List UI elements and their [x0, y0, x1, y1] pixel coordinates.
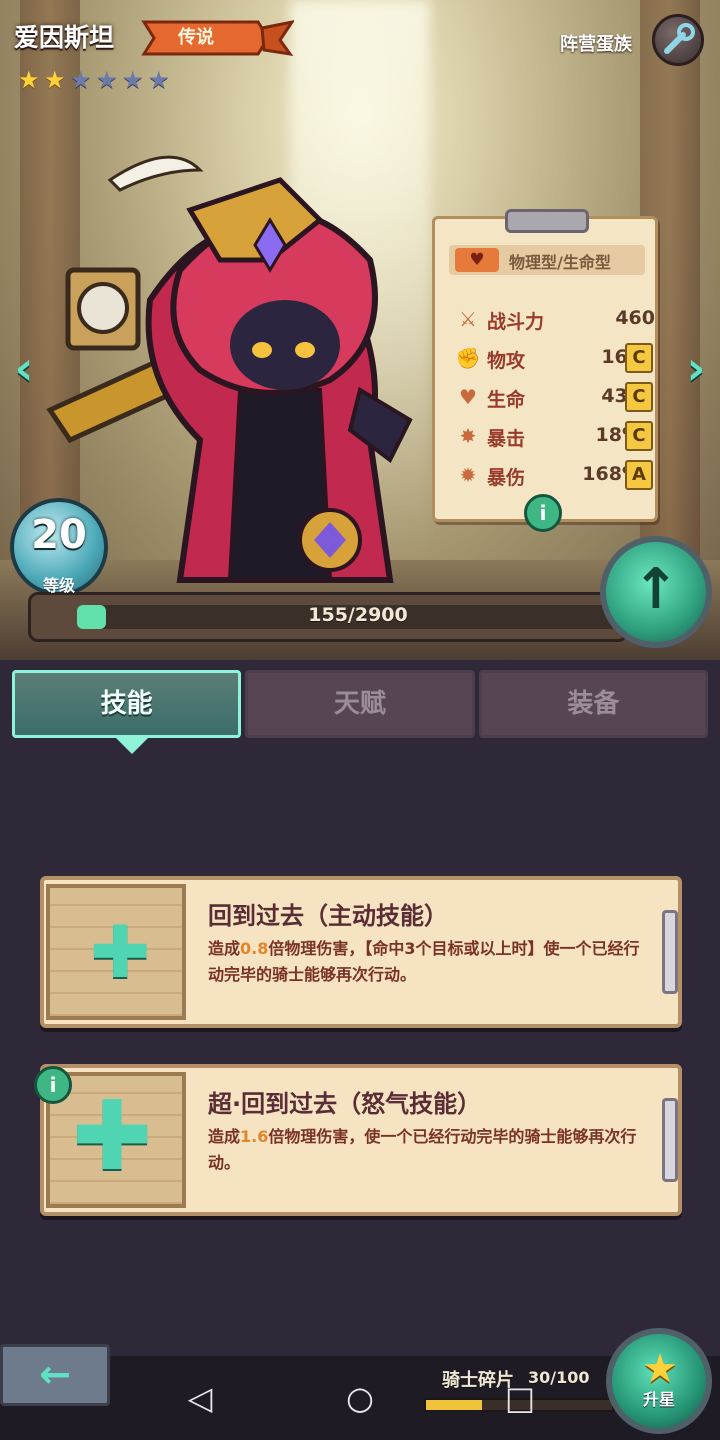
power-icon: ⚔ — [459, 307, 477, 331]
star-up-label: 升星 — [642, 1390, 675, 1409]
stat-grade-badge: C — [625, 382, 653, 412]
star-icon: ★ — [70, 66, 92, 94]
skill-name: 超·回到过去（怒气技能） — [208, 1090, 482, 1118]
up-arrow-icon: ↑ — [632, 557, 680, 622]
fist-icon: ✊ — [455, 346, 481, 370]
plus-cross-icon: ✚ — [90, 910, 151, 994]
nav-home-icon[interactable]: ○ — [340, 1378, 380, 1418]
crit-icon: ✸ — [459, 424, 477, 448]
card-handle — [662, 910, 678, 994]
star-icon: ★ — [148, 66, 170, 94]
stat-row: ✸ 暴击 18% C — [449, 420, 659, 452]
crit-damage-icon: ✹ — [459, 463, 477, 487]
hero-type-label: 物理型/生命型 — [509, 253, 611, 272]
stat-value: 460 — [615, 307, 655, 329]
next-hero-arrow-icon[interactable]: › — [676, 340, 716, 400]
nav-recents-icon[interactable]: □ — [500, 1378, 540, 1418]
tab-skills[interactable]: 技能 — [12, 670, 242, 738]
back-button[interactable]: ← — [0, 1344, 110, 1406]
hero-type-row: ♥ 物理型/生命型 — [449, 245, 645, 275]
hero-name: 爱因斯坦 — [14, 23, 115, 52]
rarity-label: 传说 — [178, 27, 214, 48]
stat-label: 暴击 — [487, 428, 526, 450]
skill-card-ultimate[interactable]: ✚ 超·回到过去（怒气技能） 造成1.6倍物理伤害，使一个已经行动完毕的骑士能够… — [40, 1064, 682, 1216]
stat-row: ✊ 物攻 161 C — [449, 342, 659, 374]
skill-description: 造成0.8倍物理伤害，【命中3个目标或以上时】使一个已经行动完毕的骑士能够再次行… — [208, 939, 640, 984]
star-rating: ★ ★ ★ ★ ★ ★ — [18, 68, 172, 92]
skill-info-button[interactable]: i — [34, 1066, 72, 1104]
card-handle — [662, 1098, 678, 1182]
heart-plus-icon: ♥ — [455, 248, 499, 272]
stat-row: ⚔ 战斗力 460 — [449, 303, 659, 335]
heart-icon: ♥ — [459, 385, 477, 409]
skill-name: 回到过去（主动技能） — [208, 902, 448, 930]
stat-row: ✹ 暴伤 168% A — [449, 459, 659, 491]
stats-info-button[interactable]: i — [524, 494, 562, 532]
wrench-icon — [664, 23, 695, 54]
skill-card-active[interactable]: ✚ 回到过去（主动技能） 造成0.8倍物理伤害，【命中3个目标或以上时】使一个已… — [40, 876, 682, 1028]
tab-talents[interactable]: 天赋 — [245, 670, 475, 738]
skill-description: 造成1.6倍物理伤害，使一个已经行动完毕的骑士能够再次行动。 — [208, 1127, 637, 1172]
star-icon: ★ — [122, 66, 144, 94]
faction-label: 阵营蛋族 — [560, 34, 632, 55]
star-icon: ★ — [18, 66, 40, 94]
clipboard-clip — [505, 209, 589, 233]
stat-label: 物攻 — [487, 350, 526, 372]
stat-label: 生命 — [487, 389, 526, 411]
faction-button[interactable] — [652, 14, 704, 66]
active-tab-pointer — [116, 738, 148, 754]
prev-hero-arrow-icon[interactable]: ‹ — [4, 340, 44, 400]
stat-grade-badge: A — [625, 460, 653, 490]
shard-progress-fill — [426, 1400, 482, 1410]
back-arrow-icon: ← — [39, 1352, 71, 1396]
big-plus-cross-icon: ✚ — [72, 1080, 153, 1192]
nav-back-icon[interactable]: ◁ — [180, 1378, 220, 1418]
tab-equipment[interactable]: 装备 — [478, 670, 708, 738]
level-label: 等级 — [42, 576, 75, 595]
level-up-button[interactable]: ↑ — [600, 536, 712, 648]
stat-row: ♥ 生命 430 C — [449, 381, 659, 413]
stats-card: ♥ 物理型/生命型 ⚔ 战斗力 460 ✊ 物攻 161 C ♥ 生命 430 C ✸ 暴击 18% C ✹ 暴… — [432, 209, 659, 522]
lower-panel — [0, 660, 720, 1440]
xp-text: 155/2900 — [308, 604, 408, 626]
stat-label: 战斗力 — [487, 311, 545, 333]
stat-grade-badge: C — [625, 343, 653, 373]
star-icon: ★ — [44, 66, 66, 94]
star-icon: ★ — [96, 66, 118, 94]
stat-grade-badge: C — [625, 421, 653, 451]
skill-icon-box: ✚ — [46, 884, 186, 1020]
level-number: 20 — [31, 512, 87, 558]
tab-bar: 技能 天赋 装备 — [12, 670, 708, 740]
stat-label: 暴伤 — [487, 467, 526, 489]
